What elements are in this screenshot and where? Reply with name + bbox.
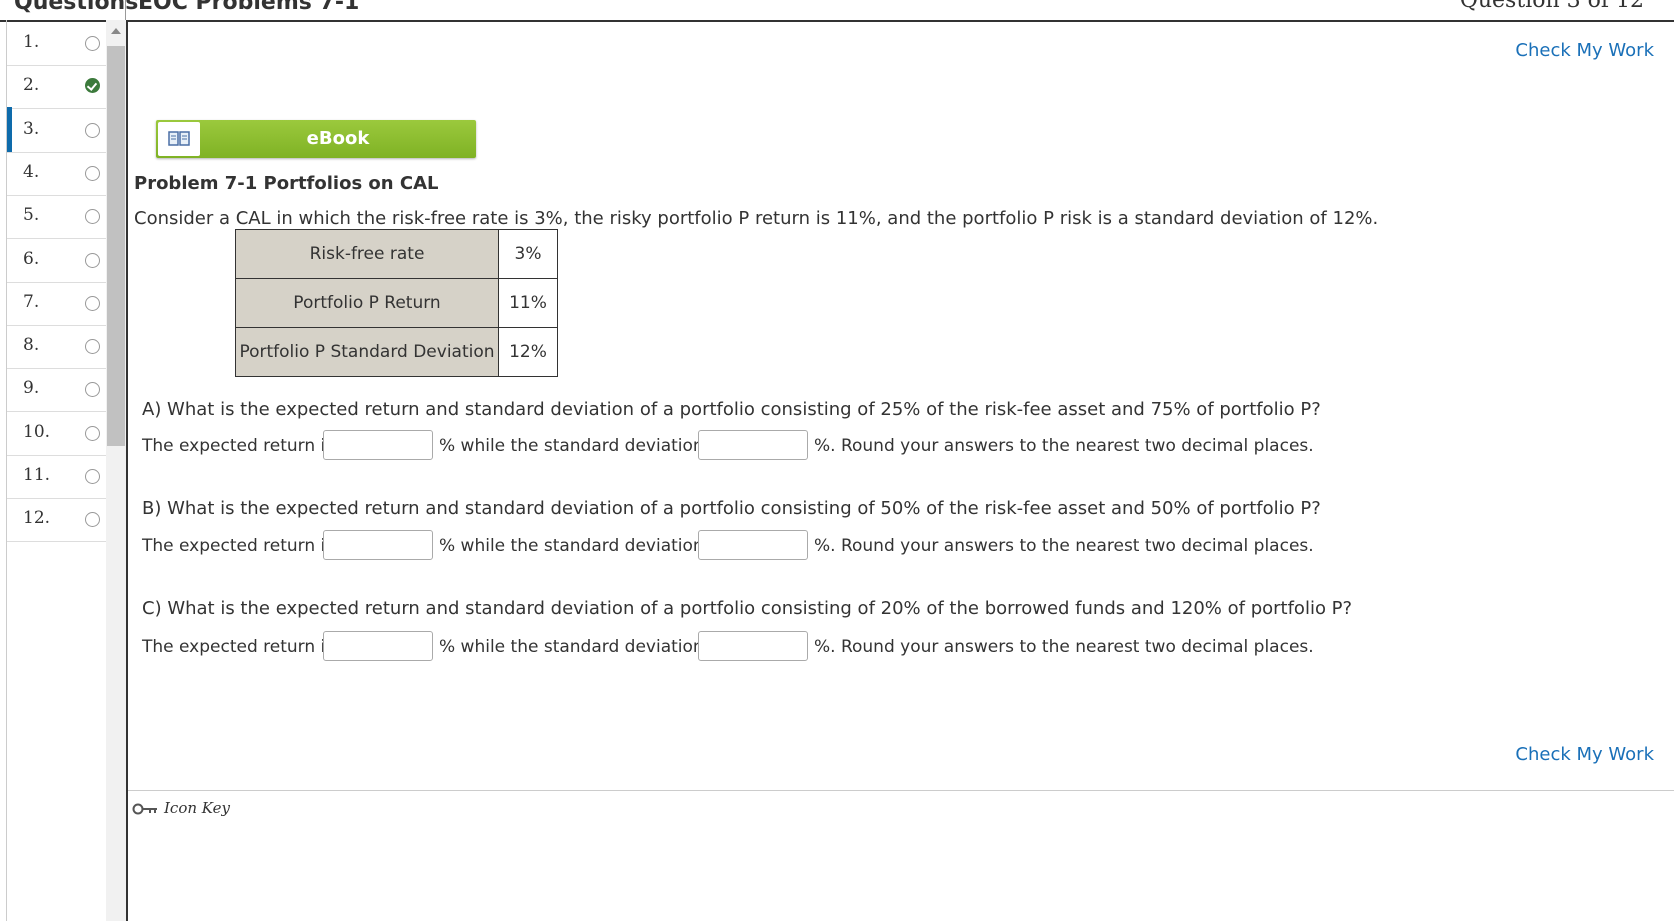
part-b-question: B) What is the expected return and stand… — [142, 498, 1321, 519]
questions-heading: Questions — [14, 0, 139, 15]
question-number: 9. — [23, 378, 40, 399]
question-number: 4. — [23, 161, 40, 182]
answer-prefix: The expected return is — [142, 536, 335, 556]
status-radio-icon — [85, 339, 100, 355]
table-label-cell: Portfolio P Return — [235, 278, 499, 328]
book-icon — [158, 122, 200, 156]
answer-prefix: The expected return is — [142, 436, 335, 456]
table-row: Portfolio P Standard Deviation 12% — [235, 327, 558, 377]
table-label-cell: Risk-free rate — [235, 229, 499, 279]
question-number: 1. — [23, 32, 40, 52]
question-nav-item[interactable]: 8. — [7, 323, 107, 370]
part-a-question: A) What is the expected return and stand… — [142, 399, 1321, 420]
table-value-cell: 11% — [498, 278, 558, 328]
table-value-cell: 12% — [498, 327, 558, 377]
question-nav-list: 1. 2. 3. 4. 5. 6. 7. 8. 9. 10. 11. 12. — [6, 20, 107, 921]
part-c-stdev-input[interactable] — [698, 631, 808, 661]
answer-middle: % while the standard deviation is — [439, 436, 723, 456]
status-radio-icon — [85, 382, 100, 398]
question-nav-item[interactable]: 2. — [7, 63, 107, 110]
scrollbar-thumb[interactable] — [107, 46, 125, 446]
status-radio-icon — [85, 252, 100, 268]
part-c-answer-row: The expected return is % while the stand… — [142, 631, 1342, 663]
question-number: 3. — [23, 118, 40, 139]
question-nav-item[interactable]: 4. — [7, 150, 107, 196]
question-number: 5. — [23, 205, 40, 226]
answer-suffix: %. Round your answers to the nearest two… — [814, 436, 1314, 456]
part-a-answer-row: The expected return is % while the stand… — [142, 430, 1342, 462]
table-row: Portfolio P Return 11% — [235, 278, 558, 328]
footer-divider — [128, 790, 1674, 791]
status-radio-icon — [85, 209, 100, 225]
status-radio-icon — [85, 425, 100, 441]
scroll-up-arrow-icon[interactable] — [111, 28, 121, 34]
part-b-answer-row: The expected return is % while the stand… — [142, 530, 1342, 562]
table-value-cell: 3% — [498, 229, 558, 279]
question-nav-item[interactable]: 12. — [7, 496, 107, 543]
question-number: 7. — [23, 291, 40, 312]
check-my-work-link-bottom[interactable]: Check My Work — [1515, 744, 1654, 765]
answer-prefix: The expected return is — [142, 637, 335, 657]
ebook-label: eBook — [306, 128, 370, 149]
table-row: Risk-free rate 3% — [235, 229, 558, 279]
header-divider — [125, 0, 126, 20]
question-nav-item[interactable]: 10. — [7, 410, 107, 456]
question-number: 12. — [23, 508, 51, 529]
question-nav-item[interactable]: 11. — [7, 453, 107, 499]
question-nav-item[interactable]: 3. — [7, 106, 107, 153]
question-number: 11. — [23, 465, 51, 485]
part-c-question: C) What is the expected return and stand… — [142, 598, 1353, 619]
given-data-table: Risk-free rate 3% Portfolio P Return 11%… — [235, 229, 558, 377]
key-icon — [132, 803, 157, 815]
completed-check-icon — [85, 78, 100, 94]
question-number: 6. — [23, 248, 40, 269]
status-radio-icon — [85, 122, 100, 138]
problem-intro: Consider a CAL in which the risk-free ra… — [134, 208, 1379, 229]
table-label-cell: Portfolio P Standard Deviation — [235, 327, 499, 377]
part-a-return-input[interactable] — [323, 430, 433, 460]
question-nav-item[interactable]: 9. — [7, 366, 107, 413]
question-nav-item[interactable]: 5. — [7, 193, 107, 240]
status-radio-icon — [85, 165, 100, 181]
part-b-return-input[interactable] — [323, 530, 433, 560]
status-radio-icon — [85, 36, 100, 51]
question-content: Check My Work eBook Problem 7-1 Portfoli… — [128, 20, 1674, 921]
question-number: 8. — [23, 335, 40, 356]
answer-middle: % while the standard deviation is — [439, 637, 723, 657]
icon-key-label: Icon Key — [164, 799, 230, 817]
top-header: Questions EOC Problems 7-1 Question 3 of… — [0, 0, 1674, 22]
check-my-work-link-top[interactable]: Check My Work — [1515, 40, 1654, 61]
part-a-stdev-input[interactable] — [698, 430, 808, 460]
part-c-return-input[interactable] — [323, 631, 433, 661]
question-number: 2. — [23, 75, 40, 96]
problem-title: Problem 7-1 Portfolios on CAL — [134, 173, 439, 194]
question-nav-item[interactable]: 7. — [7, 280, 107, 326]
question-counter: Question 3 of 12 — [1459, 0, 1644, 13]
answer-middle: % while the standard deviation is — [439, 536, 723, 556]
question-nav-item[interactable]: 6. — [7, 237, 107, 283]
part-b-stdev-input[interactable] — [698, 530, 808, 560]
question-nav-item[interactable]: 1. — [7, 20, 107, 66]
answer-suffix: %. Round your answers to the nearest two… — [814, 637, 1314, 657]
answer-suffix: %. Round your answers to the nearest two… — [814, 536, 1314, 556]
assignment-title: EOC Problems 7-1 — [138, 0, 360, 15]
status-radio-icon — [85, 512, 100, 528]
ebook-button[interactable]: eBook — [156, 120, 476, 158]
question-nav-scrollbar[interactable] — [106, 20, 128, 921]
icon-key-link[interactable]: Icon Key — [132, 799, 230, 817]
status-radio-icon — [85, 295, 100, 311]
status-radio-icon — [85, 469, 100, 484]
question-number: 10. — [23, 421, 51, 442]
